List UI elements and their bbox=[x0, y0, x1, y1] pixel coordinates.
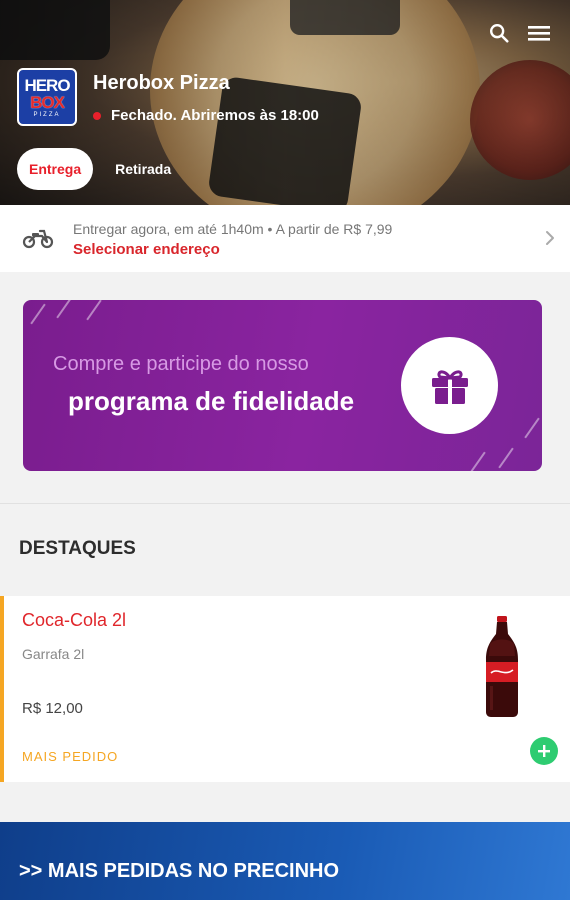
section-title-highlights: DESTAQUES bbox=[19, 538, 136, 559]
promo-banner[interactable]: >> MAIS PEDIDAS NO PRECINHO bbox=[0, 822, 570, 900]
store-brand: HERO BOX PIZZA Herobox Pizza Fechado. Ab… bbox=[17, 68, 319, 126]
loyalty-title: programa de fidelidade bbox=[68, 386, 355, 416]
order-mode-toggle: Entrega Retirada bbox=[17, 148, 171, 190]
loyalty-subtitle: Compre e participe do nosso bbox=[53, 353, 309, 375]
select-address-link[interactable]: Selecionar endereço bbox=[73, 241, 392, 258]
section-divider bbox=[0, 503, 570, 504]
tab-delivery[interactable]: Entrega bbox=[17, 148, 94, 190]
search-icon[interactable] bbox=[486, 20, 512, 46]
add-to-cart-button[interactable] bbox=[530, 737, 558, 765]
tab-pickup[interactable]: Retirada bbox=[115, 161, 171, 177]
store-header: HERO BOX PIZZA Herobox Pizza Fechado. Ab… bbox=[0, 0, 570, 205]
menu-icon[interactable] bbox=[526, 20, 552, 46]
product-price: R$ 12,00 bbox=[22, 700, 83, 717]
product-name: Coca-Cola 2l bbox=[22, 610, 127, 630]
promo-banner-title: >> MAIS PEDIDAS NO PRECINHO bbox=[19, 860, 340, 882]
store-logo: HERO BOX PIZZA bbox=[17, 68, 77, 126]
product-card[interactable]: Coca-Cola 2l Garrafa 2l R$ 12,00 MAIS PE… bbox=[0, 596, 570, 782]
store-status: Fechado. Abriremos às 18:00 bbox=[93, 107, 319, 124]
coca-cola-bottle-image bbox=[482, 616, 522, 722]
status-text: Fechado. Abriremos às 18:00 bbox=[111, 107, 319, 124]
loyalty-program-banner[interactable]: Compre e participe do nosso programa de … bbox=[23, 300, 542, 471]
chevron-right-icon bbox=[544, 229, 556, 251]
status-dot-icon bbox=[93, 111, 101, 120]
delivery-address-bar[interactable]: Entregar agora, em até 1h40m • A partir … bbox=[0, 205, 570, 272]
gift-icon bbox=[401, 337, 498, 434]
delivery-info-text: Entregar agora, em até 1h40m • A partir … bbox=[73, 221, 393, 237]
store-name: Herobox Pizza bbox=[93, 72, 230, 94]
header-actions bbox=[486, 20, 552, 46]
motorcycle-icon bbox=[22, 227, 54, 253]
product-description: Garrafa 2l bbox=[22, 646, 85, 662]
product-badge: MAIS PEDIDO bbox=[22, 749, 119, 764]
